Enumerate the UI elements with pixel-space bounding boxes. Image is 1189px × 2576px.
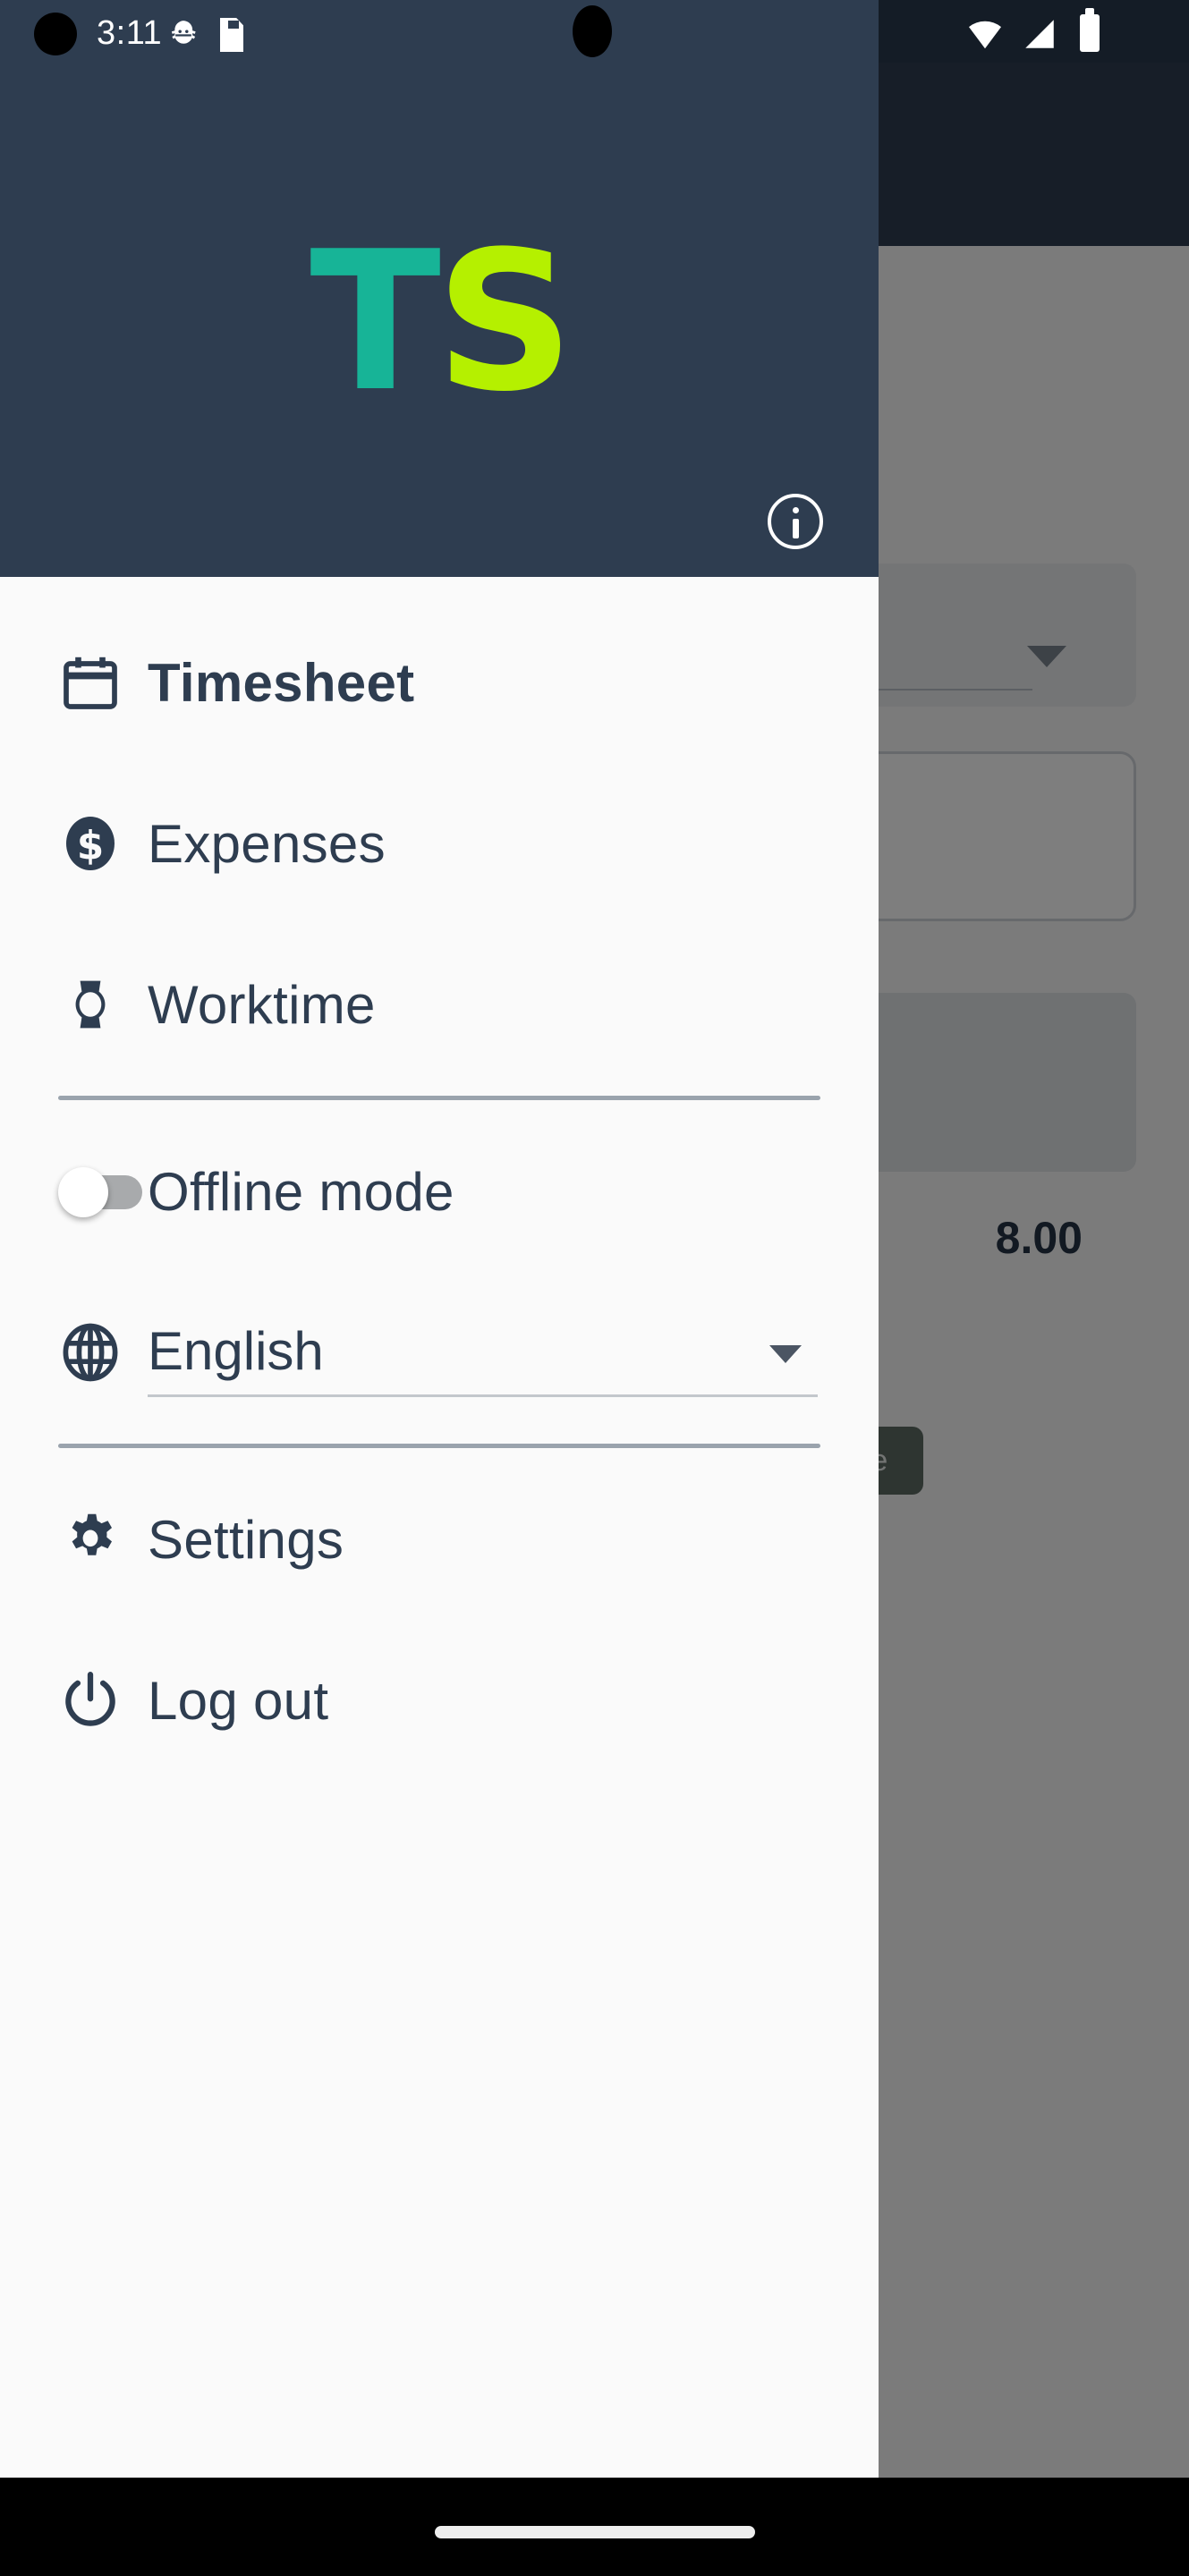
language-value: English	[148, 1321, 324, 1381]
power-icon	[58, 1668, 148, 1733]
wifi-icon	[965, 18, 1005, 50]
svg-text:$: $	[77, 824, 104, 869]
sidebar-item-settings[interactable]: Settings	[0, 1459, 879, 1620]
info-icon-stem	[792, 519, 799, 538]
camera-notch	[573, 5, 612, 57]
sidebar-item-expenses[interactable]: $ Expenses	[0, 763, 879, 924]
sidebar-item-label: Worktime	[148, 974, 376, 1035]
dollar-coin-icon: $	[58, 811, 148, 876]
watch-icon	[58, 972, 148, 1037]
language-select[interactable]: English	[148, 1308, 818, 1397]
sidebar-item-worktime[interactable]: Worktime	[0, 924, 879, 1085]
info-icon-dot	[792, 507, 799, 513]
drawer-divider-1	[58, 1096, 820, 1100]
sidebar-item-label: Expenses	[148, 813, 386, 874]
system-navigation-bar	[0, 2478, 1189, 2576]
android-bug-icon	[166, 18, 200, 52]
drawer-header: TS	[0, 0, 879, 577]
chevron-down-icon	[769, 1345, 802, 1363]
offline-mode-label: Offline mode	[148, 1161, 454, 1222]
sidebar-item-label: Log out	[148, 1670, 329, 1731]
logo-letter-s: S	[435, 209, 574, 434]
sidebar-item-label: Settings	[148, 1509, 344, 1570]
navigation-drawer: TS Timesheet $ Expenses Worktime Offline…	[0, 0, 879, 2478]
drawer-divider-2	[58, 1444, 820, 1448]
sd-card-icon	[220, 18, 243, 52]
battery-icon	[1080, 8, 1100, 52]
offline-mode-row[interactable]: Offline mode	[0, 1111, 879, 1272]
gesture-pill[interactable]	[434, 2526, 755, 2538]
info-icon[interactable]	[768, 494, 823, 549]
gear-icon	[58, 1507, 148, 1572]
toggle-knob	[58, 1167, 108, 1217]
camera-punch-hole-icon	[34, 13, 77, 55]
sidebar-item-logout[interactable]: Log out	[0, 1620, 879, 1781]
cellular-signal-icon	[1021, 18, 1058, 50]
status-bar: 3:11	[0, 0, 1189, 63]
sidebar-item-timesheet[interactable]: Timesheet	[0, 602, 879, 763]
sidebar-item-label: Timesheet	[148, 652, 415, 713]
app-logo: TS	[0, 225, 879, 418]
drawer-body: Timesheet $ Expenses Worktime Offline mo…	[0, 577, 879, 2478]
globe-icon	[58, 1320, 148, 1385]
phone-screen: ny Sun 0.00 Total 83.00 8.00	[0, 0, 1189, 2576]
calendar-icon	[58, 650, 148, 715]
language-row[interactable]: English	[0, 1272, 879, 1433]
status-bar-clock: 3:11	[97, 14, 163, 52]
logo-letter-t: T	[310, 209, 441, 434]
